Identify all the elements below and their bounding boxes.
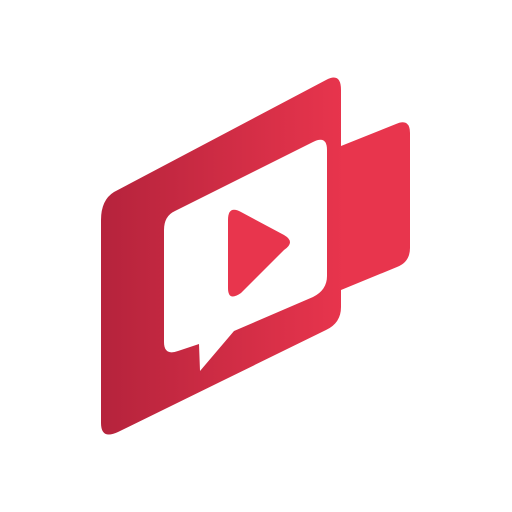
play-icon (228, 209, 290, 297)
video-chat-play-logo-icon (101, 77, 410, 435)
back-panel-shape (341, 122, 410, 291)
front-panel-shape (101, 77, 341, 435)
app-icon-canvas (0, 0, 512, 512)
